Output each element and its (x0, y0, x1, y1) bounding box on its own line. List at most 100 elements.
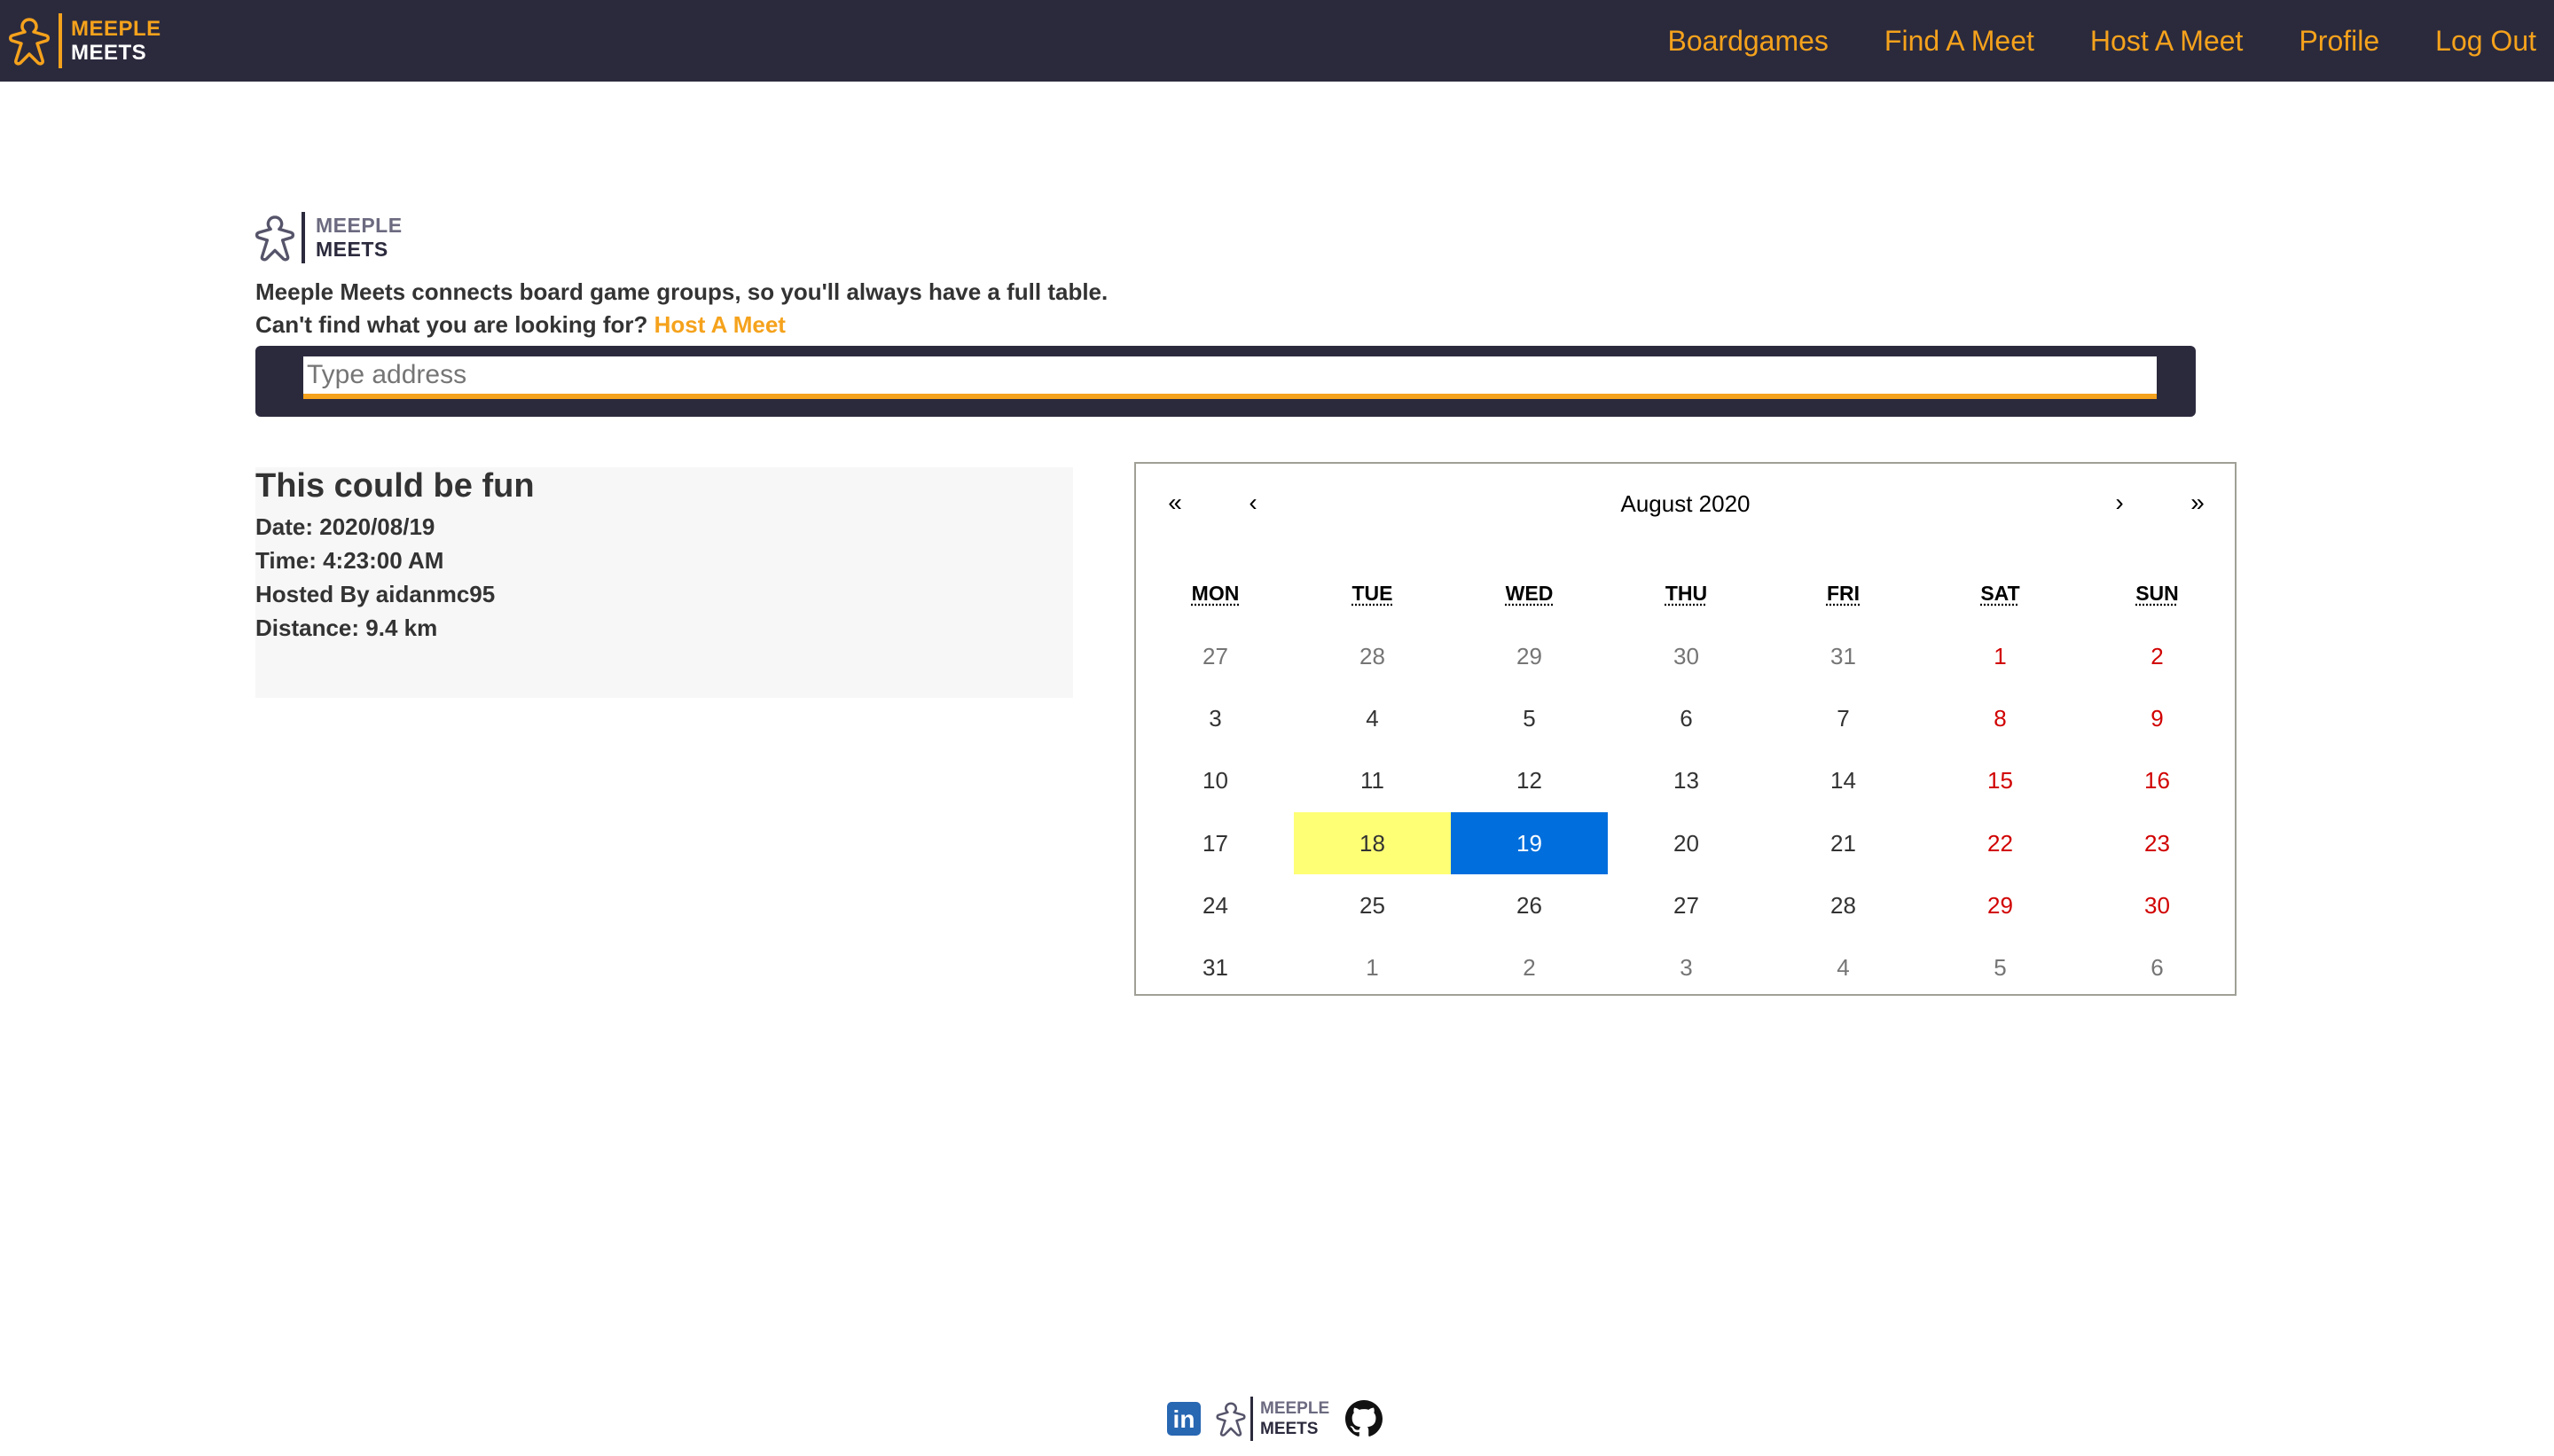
footer-logo[interactable]: MEEPLE MEETS (1215, 1397, 1329, 1441)
meeple-icon (255, 215, 295, 262)
weekday-fri: FRI (1765, 582, 1922, 606)
weekday-sun: SUN (2079, 582, 2236, 606)
calendar-day-12[interactable]: 12 (1451, 749, 1608, 811)
logo-divider (1250, 1397, 1253, 1441)
weekday-label: WED (1505, 582, 1554, 605)
logo-line-2: MEETS (71, 41, 147, 65)
logo-line-2: MEETS (316, 238, 388, 261)
calendar-day-23[interactable]: 23 (2079, 812, 2236, 874)
calendar-day-29[interactable]: 29 (1922, 874, 2079, 936)
calendar-day-neighbor[interactable]: 28 (1294, 625, 1451, 687)
calendar-day-10[interactable]: 10 (1137, 749, 1294, 811)
footer: in MEEPLE MEETS (1167, 1394, 1383, 1444)
logo-line-2: MEETS (1260, 1420, 1319, 1438)
calendar-day-2[interactable]: 2 (2079, 625, 2236, 687)
weekday-label: TUE (1351, 582, 1393, 605)
tagline: Meeple Meets connects board game groups,… (255, 278, 1109, 305)
calendar-day-14[interactable]: 14 (1765, 749, 1922, 811)
weekday-wed: WED (1451, 582, 1608, 606)
calendar-day-1[interactable]: 1 (1922, 625, 2079, 687)
logo-divider (302, 212, 305, 263)
nav-host-a-meet[interactable]: Host A Meet (2090, 25, 2244, 58)
next-month-button[interactable]: › (2093, 489, 2146, 517)
calendar-day-6[interactable]: 6 (1608, 687, 1765, 749)
weekday-label: SUN (2135, 582, 2179, 605)
calendar-day-27[interactable]: 27 (1608, 874, 1765, 936)
calendar-day-22[interactable]: 22 (1922, 812, 2079, 874)
calendar-day-8[interactable]: 8 (1922, 687, 2079, 749)
calendar-day-neighbor[interactable]: 4 (1765, 936, 1922, 998)
prev-month-button[interactable]: ‹ (1226, 489, 1280, 517)
calendar-day-20[interactable]: 20 (1608, 812, 1765, 874)
calendar-day-19[interactable]: 19 (1451, 811, 1608, 874)
search-bar (255, 346, 2196, 417)
logo-line-1: MEEPLE (316, 214, 403, 237)
meet-date: Date: 2020/08/19 (255, 513, 435, 540)
meet-time: Time: 4:23:00 AM (255, 547, 444, 574)
calendar-day-31[interactable]: 31 (1137, 936, 1294, 998)
calendar-day-13[interactable]: 13 (1608, 749, 1765, 811)
calendar-day-11[interactable]: 11 (1294, 749, 1451, 811)
calendar-day-5[interactable]: 5 (1451, 687, 1608, 749)
calendar-day-9[interactable]: 9 (2079, 687, 2236, 749)
logo-divider (59, 13, 62, 68)
calendar-day-neighbor[interactable]: 2 (1451, 936, 1608, 998)
calendar-day-4[interactable]: 4 (1294, 687, 1451, 749)
linkedin-icon[interactable]: in (1167, 1402, 1201, 1436)
logo-line-1: MEEPLE (71, 17, 161, 41)
calendar-day-24[interactable]: 24 (1137, 874, 1294, 936)
calendar-day-neighbor[interactable]: 31 (1765, 625, 1922, 687)
calendar-day-15[interactable]: 15 (1922, 749, 2079, 811)
nav-logo[interactable]: MEEPLE MEETS (7, 9, 161, 73)
calendar-day-17[interactable]: 17 (1137, 812, 1294, 874)
github-icon[interactable] (1345, 1400, 1383, 1437)
calendar-day-neighbor[interactable]: 1 (1294, 936, 1451, 998)
weekday-label: MON (1191, 582, 1240, 605)
meet-distance: Distance: 9.4 km (255, 614, 438, 641)
logo-line-1: MEEPLE (1260, 1399, 1330, 1418)
nav-profile[interactable]: Profile (2299, 25, 2379, 58)
weekday-label: THU (1665, 582, 1708, 605)
meeple-icon (9, 18, 50, 66)
meet-title: This could be fun (255, 467, 535, 505)
search-underline (303, 394, 2157, 399)
nav-log-out[interactable]: Log Out (2435, 25, 2536, 58)
address-search-input[interactable] (303, 356, 2157, 394)
calendar-day-neighbor[interactable]: 6 (2079, 936, 2236, 998)
weekday-sat: SAT (1922, 582, 2079, 606)
calendar-day-7[interactable]: 7 (1765, 687, 1922, 749)
calendar-day-16[interactable]: 16 (2079, 749, 2236, 811)
nav-boardgames[interactable]: Boardgames (1667, 25, 1828, 58)
weekday-thu: THU (1608, 582, 1765, 606)
calendar-day-26[interactable]: 26 (1451, 874, 1608, 936)
nav-links: Boardgames Find A Meet Host A Meet Profi… (1611, 0, 2536, 82)
calendar-day-neighbor[interactable]: 5 (1922, 936, 2079, 998)
weekday-label: SAT (1980, 582, 2020, 605)
calendar-month-label[interactable]: August 2020 (1136, 490, 2235, 518)
hero-logo: MEEPLE MEETS (254, 211, 403, 264)
calendar-day-18[interactable]: 18 (1294, 811, 1451, 874)
navbar: MEEPLE MEETS Boardgames Find A Meet Host… (0, 0, 2554, 82)
calendar-day-neighbor[interactable]: 27 (1137, 625, 1294, 687)
logo-text: MEEPLE MEETS (316, 214, 403, 262)
cant-find-label: Can't find what you are looking for? (255, 311, 648, 338)
calendar-day-neighbor[interactable]: 3 (1608, 936, 1765, 998)
nav-find-a-meet[interactable]: Find A Meet (1884, 25, 2034, 58)
calendar-day-25[interactable]: 25 (1294, 874, 1451, 936)
calendar-day-neighbor[interactable]: 30 (1608, 625, 1765, 687)
weekday-label: FRI (1826, 582, 1861, 605)
calendar-day-neighbor[interactable]: 29 (1451, 625, 1608, 687)
logo-text: MEEPLE MEETS (1260, 1398, 1329, 1439)
meet-host: Hosted By aidanmc95 (255, 581, 496, 607)
weekday-tue: TUE (1294, 582, 1451, 606)
calendar-day-3[interactable]: 3 (1137, 687, 1294, 749)
meet-card[interactable]: This could be fun Date: 2020/08/19 Time:… (255, 467, 1073, 698)
calendar-day-30[interactable]: 30 (2079, 874, 2236, 936)
next-year-button[interactable]: » (2171, 489, 2224, 517)
calendar-navigation: « August 2020 ‹ › » (1136, 464, 2235, 544)
meeple-icon (1216, 1402, 1246, 1436)
calendar-day-28[interactable]: 28 (1765, 874, 1922, 936)
host-a-meet-link[interactable]: Host A Meet (654, 311, 786, 338)
calendar-day-21[interactable]: 21 (1765, 812, 1922, 874)
weekday-mon: MON (1137, 582, 1294, 606)
